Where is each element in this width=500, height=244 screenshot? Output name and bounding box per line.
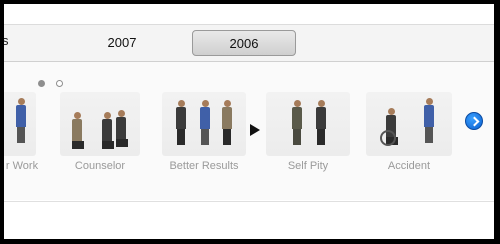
chevron-right-icon [469,116,480,127]
person-figure [200,100,210,145]
person-figure [424,98,434,143]
tab-2007[interactable]: 2007 [70,30,174,56]
top-strip [4,4,494,25]
person-figure [116,110,128,147]
person-figure [72,112,84,149]
next-button[interactable] [465,112,483,130]
card-label-work[interactable]: r Work [4,160,48,172]
play-icon[interactable] [250,124,260,136]
page-indicator [38,74,70,87]
app-frame: s 2007 2006 r Work Counselor Better Resu… [4,4,494,239]
person-figure [222,100,232,145]
page-dot-2[interactable] [56,80,64,87]
wheelchair-icon [380,130,396,146]
card-label-better-results[interactable]: Better Results [162,160,246,172]
person-figure [316,100,326,145]
card-label-self-pity[interactable]: Self Pity [266,160,350,172]
tab-2006[interactable]: 2006 [192,30,296,56]
person-figure [176,100,186,145]
card-counselor[interactable] [60,92,140,156]
card-work[interactable] [4,92,36,156]
card-label-accident[interactable]: Accident [366,160,452,172]
person-figure [102,112,114,149]
page-dot-1[interactable] [38,80,45,87]
card-label-counselor[interactable]: Counselor [60,160,140,172]
bottom-strip [4,201,494,239]
card-better-results[interactable] [162,92,246,156]
carousel: r Work Counselor Better Results Self Pit… [4,62,494,200]
person-figure [292,100,302,145]
person-figure [16,98,26,143]
partial-tab-label[interactable]: s [4,33,9,48]
card-self-pity[interactable] [266,92,350,156]
card-accident[interactable] [366,92,452,156]
year-tab-bar: s 2007 2006 [4,25,494,62]
